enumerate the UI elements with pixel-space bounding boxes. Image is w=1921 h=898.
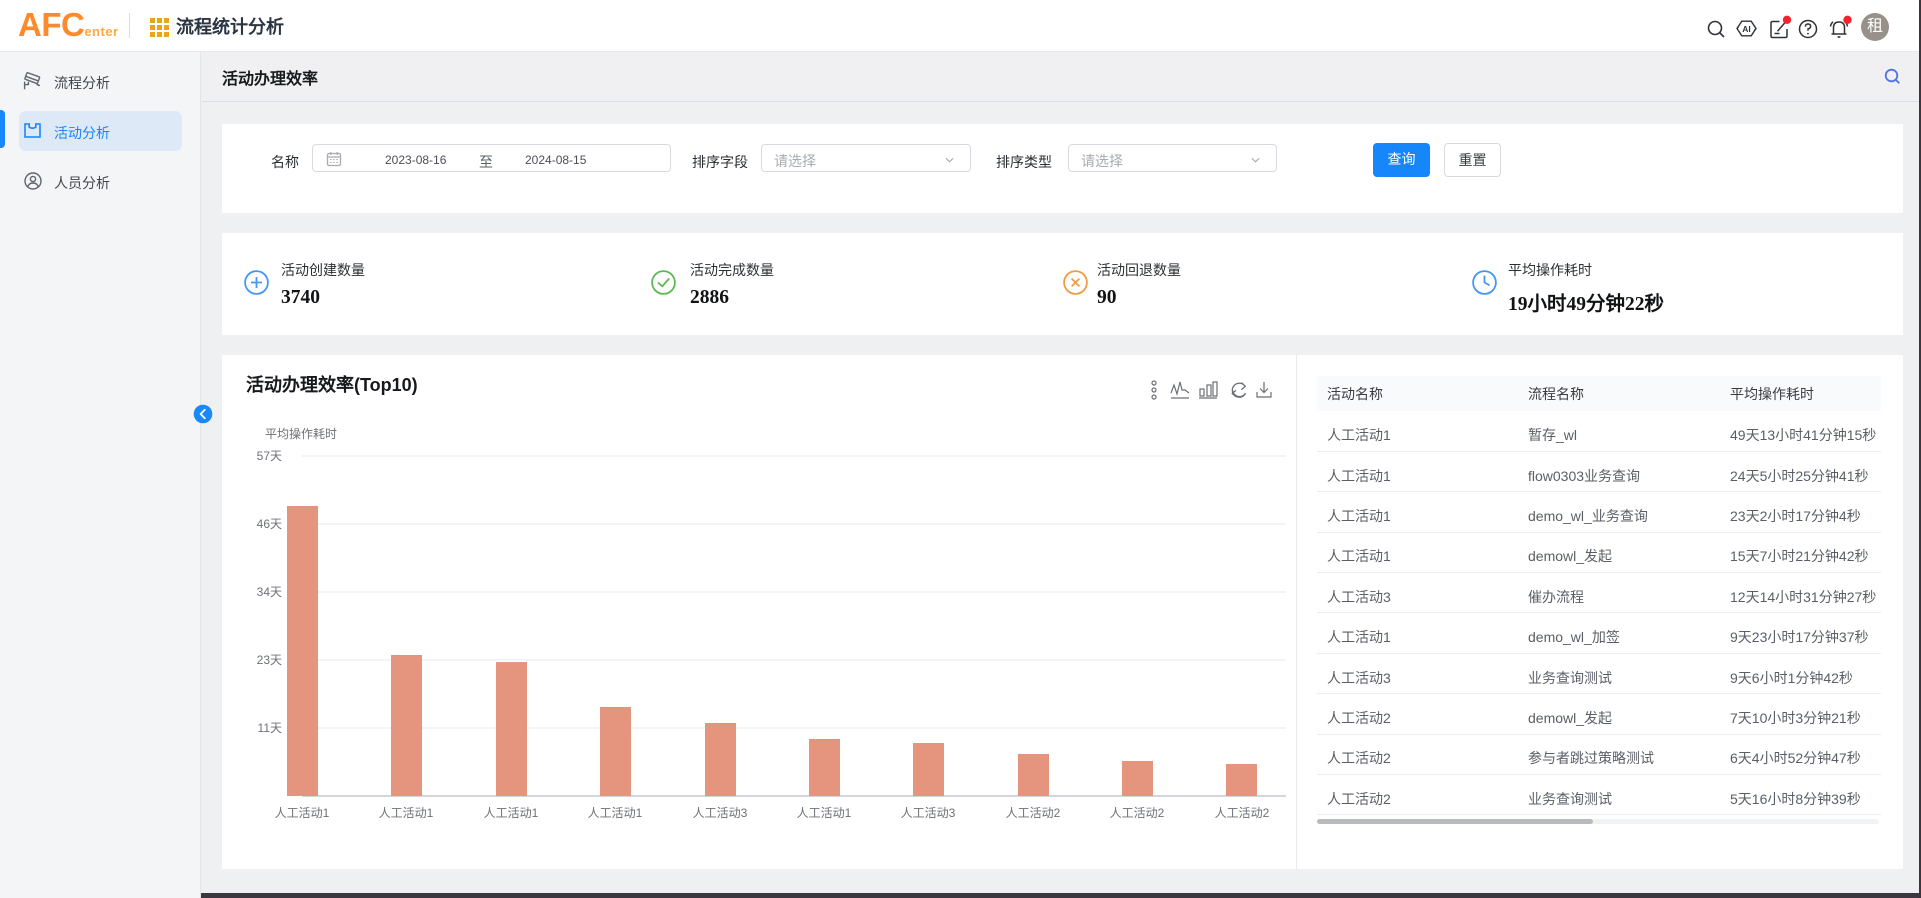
svg-text:46天: 46天 (257, 517, 282, 531)
svg-text:23天: 23天 (257, 653, 282, 667)
svg-text:人工活动2: 人工活动2 (1006, 806, 1061, 820)
svg-text:34天: 34天 (257, 585, 282, 599)
svg-text:人工活动3: 人工活动3 (693, 806, 748, 820)
svg-text:人工活动1: 人工活动1 (275, 806, 330, 820)
svg-text:平均操作耗时: 平均操作耗时 (265, 426, 337, 441)
svg-text:人工活动2: 人工活动2 (1215, 806, 1270, 820)
svg-text:人工活动3: 人工活动3 (901, 806, 956, 820)
svg-text:57天: 57天 (257, 449, 282, 463)
svg-text:AI: AI (1742, 24, 1751, 34)
svg-text:人工活动1: 人工活动1 (484, 806, 539, 820)
svg-text:人工活动1: 人工活动1 (797, 806, 852, 820)
svg-text:人工活动1: 人工活动1 (588, 806, 643, 820)
svg-text:人工活动2: 人工活动2 (1110, 806, 1165, 820)
svg-text:11天: 11天 (258, 721, 282, 735)
svg-text:人工活动1: 人工活动1 (379, 806, 434, 820)
